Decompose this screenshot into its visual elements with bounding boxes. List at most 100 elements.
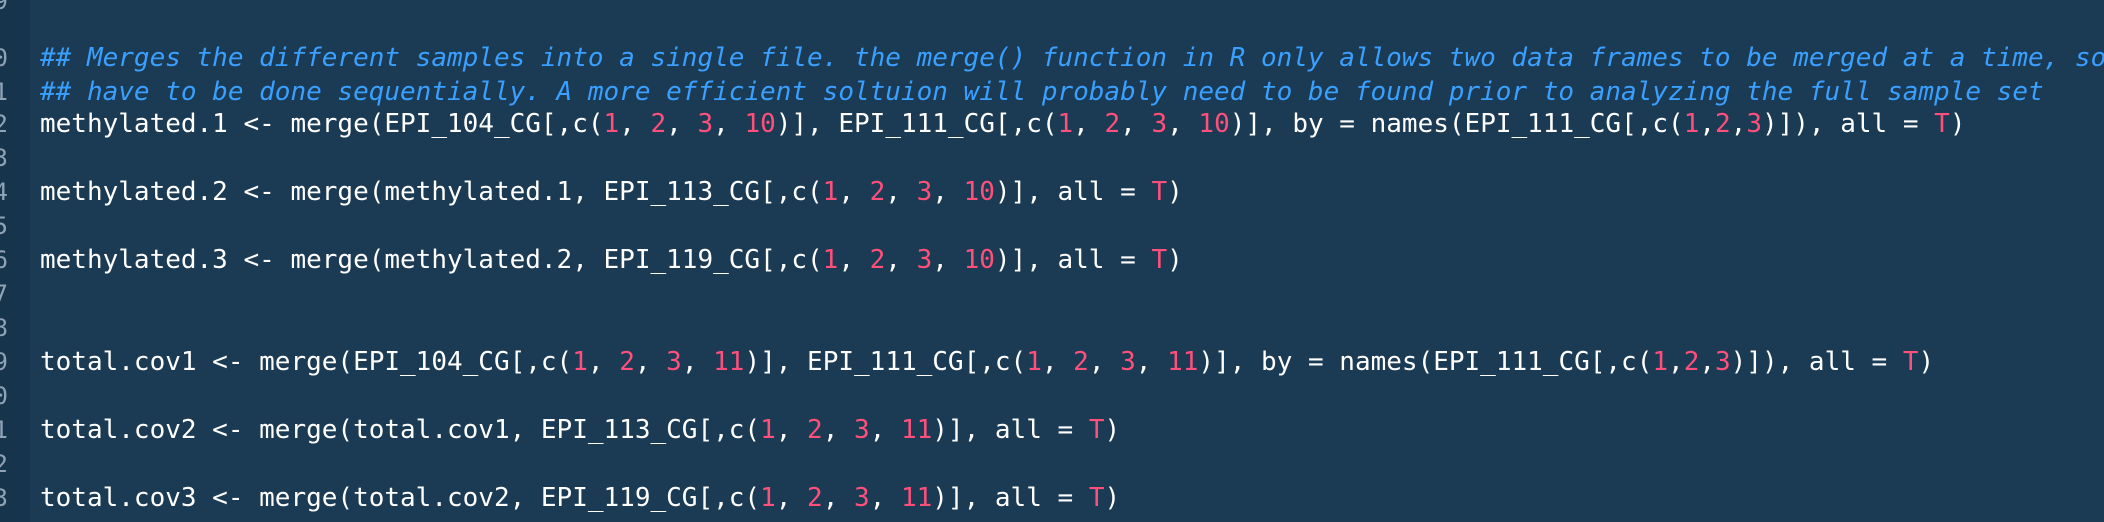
code-number: 1 (572, 347, 588, 377)
code-token: , (932, 177, 964, 207)
code-token: )], by = names(EPI_111_CG[,c( (1229, 109, 1684, 139)
code-number: 1 (822, 177, 839, 207)
code-token: ) (1918, 347, 1935, 377)
code-token: , (587, 347, 620, 377)
code-token: , (869, 415, 901, 445)
line-number: 2 (0, 110, 8, 138)
code-token: total.cov1 <- merge(EPI_104_CG[,c( (40, 347, 573, 377)
code-number: 11 (713, 347, 745, 377)
line-number: 2 (0, 450, 8, 478)
code-number: 2 (1715, 109, 1731, 139)
line-number: 9 (0, 0, 8, 15)
code-number: 2 (807, 483, 823, 513)
code-text: methylated.2 <- merge(methylated.1, EPI_… (40, 175, 1183, 209)
code-number: 1 (822, 245, 839, 275)
code-token: , (1041, 347, 1074, 377)
code-text: ## Merges the different samples into a s… (40, 41, 2104, 75)
code-number: 2 (1104, 109, 1121, 139)
line-number: 0 (0, 44, 8, 72)
code-comment: ## Merges the different samples into a s… (40, 43, 2104, 73)
code-token: , (1088, 347, 1121, 377)
code-token: total.cov3 <- merge(total.cov2, EPI_119_… (40, 483, 761, 513)
code-token: , (634, 347, 667, 377)
line-number: 0 (0, 382, 8, 410)
code-token: , (838, 177, 870, 207)
code-token: methylated.3 <- merge(methylated.2, EPI_… (40, 245, 823, 275)
line-number: 4 (0, 178, 8, 206)
code-number: 10 (744, 109, 776, 139)
code-number: 3 (1746, 109, 1762, 139)
line-number: 8 (0, 314, 8, 342)
code-number: 10 (1198, 109, 1230, 139)
code-token: , (1135, 347, 1168, 377)
code-token: , (1730, 109, 1747, 139)
code-number: 2 (807, 415, 823, 445)
code-token: , (775, 483, 808, 513)
code-token: , (932, 245, 964, 275)
code-token: , (822, 483, 854, 513)
code-editor[interactable]: 9 0 ## Merges the different samples into a… (0, 0, 2104, 522)
code-text: total.cov2 <- merge(total.cov1, EPI_113_… (40, 413, 1120, 447)
code-token: , (1167, 109, 1199, 139)
code-constant: T (1902, 347, 1919, 377)
code-token: , (775, 415, 808, 445)
code-number: 3 (854, 483, 870, 513)
code-token: , (1073, 109, 1105, 139)
code-token: , (838, 245, 870, 275)
code-text: ## have to be done sequentially. A more … (40, 75, 2044, 109)
code-token: , (885, 245, 917, 275)
code-number: 2 (619, 347, 635, 377)
code-token: ) (1104, 415, 1121, 445)
code-number: 3 (666, 347, 682, 377)
code-number: 2 (1683, 347, 1700, 377)
code-text: total.cov3 <- merge(total.cov2, EPI_119_… (40, 481, 1120, 515)
code-token: ) (1167, 245, 1183, 275)
code-token: , (619, 109, 651, 139)
code-number: 3 (697, 109, 714, 139)
code-token: ) (1104, 483, 1121, 513)
code-token: )], all = (994, 177, 1152, 207)
code-text: methylated.3 <- merge(methylated.2, EPI_… (40, 243, 1183, 277)
code-token: , (666, 109, 698, 139)
code-number: 1 (760, 415, 776, 445)
code-number: 3 (916, 177, 933, 207)
code-token: ) (1949, 109, 1966, 139)
code-token: , (1699, 347, 1715, 377)
code-token: )]), all = (1761, 109, 1935, 139)
code-number: 1 (760, 483, 776, 513)
code-number: 11 (900, 415, 933, 445)
code-number: 11 (1167, 347, 1199, 377)
code-token: methylated.1 <- merge(EPI_104_CG[,c( (40, 109, 604, 139)
code-number: 1 (1683, 109, 1700, 139)
code-token: )], all = (932, 415, 1089, 445)
code-constant: T (1151, 177, 1168, 207)
code-number: 1 (603, 109, 620, 139)
code-constant: T (1151, 245, 1168, 275)
line-number: 9 (0, 348, 8, 376)
code-token: )], by = names(EPI_111_CG[,c( (1198, 347, 1653, 377)
code-text: methylated.1 <- merge(EPI_104_CG[,c(1, 2… (40, 107, 1965, 141)
code-token: total.cov2 <- merge(total.cov1, EPI_113_… (40, 415, 761, 445)
line-number: 1 (0, 416, 8, 444)
code-number: 10 (963, 245, 995, 275)
code-token: )], EPI_111_CG[,c( (744, 347, 1027, 377)
code-number: 11 (900, 483, 933, 513)
code-number: 1 (1057, 109, 1074, 139)
code-token: methylated.2 <- merge(methylated.1, EPI_… (40, 177, 823, 207)
code-token: , (1699, 109, 1715, 139)
code-number: 2 (869, 177, 886, 207)
code-token: , (869, 483, 901, 513)
code-number: 2 (869, 245, 886, 275)
code-number: 3 (1715, 347, 1731, 377)
code-token: )], EPI_111_CG[,c( (775, 109, 1058, 139)
line-number: 3 (0, 484, 8, 512)
code-number: 3 (916, 245, 933, 275)
code-constant: T (1088, 483, 1105, 513)
code-comment: ## have to be done sequentially. A more … (40, 77, 2044, 107)
line-number: 1 (0, 78, 8, 106)
code-token: , (713, 109, 745, 139)
line-number: 3 (0, 144, 8, 172)
code-constant: T (1088, 415, 1105, 445)
code-text: total.cov1 <- merge(EPI_104_CG[,c(1, 2, … (40, 345, 1934, 379)
code-token: , (681, 347, 714, 377)
